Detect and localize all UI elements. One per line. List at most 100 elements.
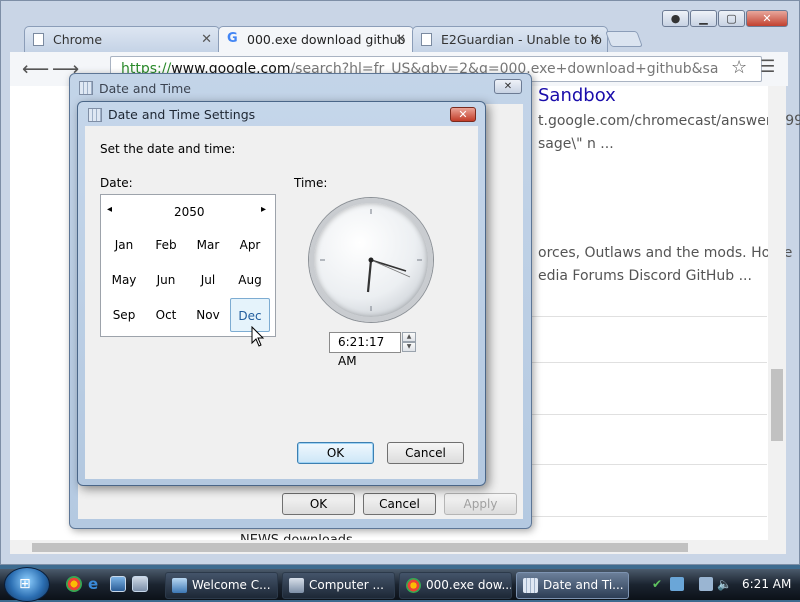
analog-clock xyxy=(309,198,433,322)
dialog-title: Date and Time xyxy=(99,81,191,96)
cancel-button[interactable]: Cancel xyxy=(387,442,464,464)
horizontal-scroll-thumb[interactable] xyxy=(32,543,688,552)
tab-label: E2Guardian - Unable to lo xyxy=(441,32,602,47)
taskbar-button-label: Date and Ti... xyxy=(543,578,624,592)
switch-windows-icon[interactable] xyxy=(132,576,148,592)
apply-button[interactable]: Apply xyxy=(444,493,517,515)
spin-down-icon: ▼ xyxy=(406,343,412,350)
show-desktop-icon[interactable] xyxy=(110,576,126,592)
taskbar-clock[interactable]: 6:21 AM xyxy=(742,577,791,591)
minimize-button[interactable]: ▁ xyxy=(690,10,717,27)
month-sep[interactable]: Sep xyxy=(104,298,144,332)
close-tab-icon[interactable]: ✕ xyxy=(395,32,406,47)
bookmark-star-icon[interactable]: ☆ xyxy=(731,57,747,78)
spin-up-icon: ▲ xyxy=(406,333,412,340)
start-button[interactable]: ⊞ xyxy=(4,567,50,602)
close-dialog-button[interactable]: ✕ xyxy=(494,79,522,94)
taskbar-button-label: 000.exe dow... xyxy=(426,578,512,592)
vertical-scroll-thumb[interactable] xyxy=(771,369,783,441)
windows-logo-icon: ⊞ xyxy=(19,576,31,592)
calendar-icon xyxy=(79,81,93,95)
result-snippet: orces, Outlaws and the mods. Home xyxy=(538,245,793,261)
internet-explorer-icon[interactable]: e xyxy=(88,576,104,592)
maximize-icon: ▢ xyxy=(726,12,737,25)
time-label: Time: xyxy=(294,176,328,190)
close-tab-icon[interactable]: ✕ xyxy=(589,32,600,47)
divider xyxy=(515,362,767,363)
result-snippet: t.google.com/chromecast/answer/299 xyxy=(538,113,800,129)
month-may[interactable]: May xyxy=(104,263,144,297)
month-oct[interactable]: Oct xyxy=(146,298,186,332)
calendar-year-header[interactable]: 2050 xyxy=(174,205,205,219)
taskbar-date-time[interactable]: Date and Ti... xyxy=(516,572,629,599)
tab-chrome[interactable]: Chrome ✕ xyxy=(24,26,220,52)
date-time-settings-dialog: Date and Time Settings ✕ Set the date an… xyxy=(77,101,486,486)
divider xyxy=(515,464,767,465)
ok-button[interactable]: OK xyxy=(282,493,355,515)
time-field[interactable]: 6:21:17 AM xyxy=(329,332,401,368)
taskbar-button-label: Computer ... xyxy=(309,578,384,592)
computer-icon xyxy=(289,578,304,593)
month-jul[interactable]: Jul xyxy=(188,263,228,297)
menu-icon[interactable]: ☰ xyxy=(760,57,775,77)
tab-label: 000.exe download github xyxy=(247,32,406,47)
page-icon xyxy=(33,33,44,46)
new-tab-button[interactable] xyxy=(605,31,643,47)
vertical-scrollbar[interactable] xyxy=(768,86,786,541)
welcome-center-icon xyxy=(172,578,187,593)
month-apr[interactable]: Apr xyxy=(230,228,270,262)
chrome-quicklaunch-icon[interactable] xyxy=(66,576,82,592)
time-spin-down-button[interactable]: ▼ xyxy=(402,342,416,352)
dialog-title: Date and Time Settings xyxy=(108,107,256,122)
calendar-icon xyxy=(88,108,102,122)
network-tray-icon[interactable] xyxy=(670,577,684,591)
month-jan[interactable]: Jan xyxy=(104,228,144,262)
time-spin-up-button[interactable]: ▲ xyxy=(402,332,416,342)
month-aug[interactable]: Aug xyxy=(230,263,270,297)
chrome-icon xyxy=(406,578,421,593)
instruction-label: Set the date and time: xyxy=(100,142,236,156)
close-icon: ✕ xyxy=(762,12,772,25)
next-year-arrow-icon[interactable]: ▸ xyxy=(261,204,266,215)
close-dialog-button[interactable]: ✕ xyxy=(450,107,476,122)
user-button[interactable]: ● xyxy=(662,10,689,27)
result-title-link[interactable]: Sandbox xyxy=(538,85,616,106)
mouse-cursor-icon xyxy=(251,326,265,347)
tab-label: Chrome xyxy=(53,32,103,47)
month-mar[interactable]: Mar xyxy=(188,228,228,262)
year-calendar: ◂ 2050 ▸ Jan Feb Mar Apr May Jun Jul Aug… xyxy=(100,194,276,337)
maximize-button[interactable]: ▢ xyxy=(718,10,745,27)
taskbar-chrome[interactable]: 000.exe dow... xyxy=(399,572,512,599)
month-feb[interactable]: Feb xyxy=(146,228,186,262)
page-icon xyxy=(421,33,432,46)
close-window-button[interactable]: ✕ xyxy=(746,10,788,27)
divider xyxy=(515,516,767,517)
result-snippet: sage\" n ... xyxy=(538,136,614,152)
previous-year-arrow-icon[interactable]: ◂ xyxy=(107,204,112,215)
result-snippet: edia Forums Discord GitHub ... xyxy=(538,268,752,284)
date-label: Date: xyxy=(100,176,133,190)
tab-search[interactable]: G 000.exe download github ✕ xyxy=(218,26,414,53)
taskbar-welcome-center[interactable]: Welcome C... xyxy=(165,572,278,599)
google-icon: G xyxy=(227,31,238,46)
user-icon: ● xyxy=(670,12,681,25)
cancel-button[interactable]: Cancel xyxy=(363,493,436,515)
dialog-body: Set the date and time: Date: Time: ◂ 205… xyxy=(85,126,478,479)
taskbar-computer[interactable]: Computer ... xyxy=(282,572,395,599)
divider xyxy=(515,414,767,415)
back-arrow-icon[interactable]: ⟵ xyxy=(22,58,49,80)
close-tab-icon[interactable]: ✕ xyxy=(201,32,212,47)
clock-face-icon xyxy=(320,209,422,311)
taskbar-button-label: Welcome C... xyxy=(192,578,271,592)
monitor-tray-icon[interactable] xyxy=(699,577,713,591)
close-icon: ✕ xyxy=(503,81,513,92)
tab-e2guardian[interactable]: E2Guardian - Unable to lo ✕ xyxy=(412,26,608,52)
date-time-icon xyxy=(523,578,538,593)
divider xyxy=(515,316,767,317)
ok-button[interactable]: OK xyxy=(297,442,374,464)
close-icon: ✕ xyxy=(458,108,468,121)
month-jun[interactable]: Jun xyxy=(146,263,186,297)
month-nov[interactable]: Nov xyxy=(188,298,228,332)
volume-muted-icon[interactable]: 🔈 xyxy=(717,577,732,591)
security-check-icon[interactable]: ✔ xyxy=(652,577,666,591)
